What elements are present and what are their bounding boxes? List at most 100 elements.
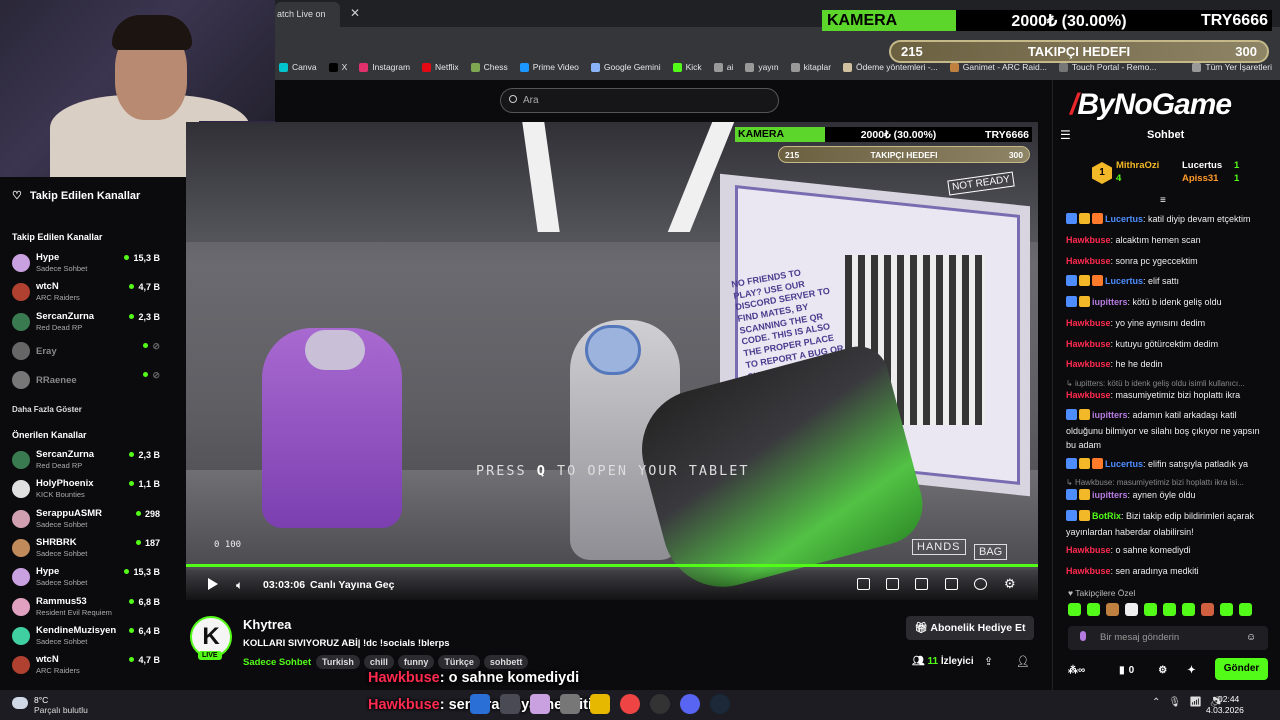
- chat-settings-icon[interactable]: ⚙: [1158, 665, 1167, 676]
- search-icon[interactable]: [500, 694, 520, 714]
- bookmark-item[interactable]: ai: [713, 62, 733, 72]
- settings-icon[interactable]: ⚙: [1004, 576, 1016, 592]
- bookmark-item[interactable]: Tüm Yer İşaretleri: [1192, 62, 1272, 72]
- discord-icon[interactable]: [680, 694, 700, 714]
- app-icon[interactable]: [530, 694, 550, 714]
- sidebar-channel[interactable]: Hype Sadece Sohbet 15,3 B: [12, 565, 162, 591]
- bookmark-item[interactable]: Netflix: [422, 62, 459, 72]
- emote-icon[interactable]: [1068, 603, 1081, 616]
- chat-username[interactable]: Hawkbuse: [1066, 339, 1111, 349]
- theater-icon[interactable]: [915, 578, 928, 590]
- gifter-name[interactable]: Lucertus: [1182, 160, 1222, 171]
- chat-username[interactable]: Hawkbuse: [1066, 390, 1111, 400]
- miniplayer-icon[interactable]: [886, 578, 899, 590]
- stream-tag[interactable]: chill: [363, 655, 394, 669]
- stream-tag[interactable]: Türkçe: [438, 655, 480, 669]
- users-icon[interactable]: ⁂∞: [1068, 665, 1085, 676]
- browser-tab[interactable]: atch Live on: [275, 2, 340, 27]
- show-more-link[interactable]: Daha Fazla Göster: [12, 405, 82, 414]
- fullscreen-icon[interactable]: [945, 578, 958, 590]
- chat-username[interactable]: Hawkbuse: [1066, 359, 1111, 369]
- bookmark-item[interactable]: Instagram: [359, 62, 410, 72]
- explorer-icon[interactable]: [590, 694, 610, 714]
- bookmark-item[interactable]: Canva: [279, 62, 317, 72]
- bookmark-item[interactable]: Chess: [470, 62, 508, 72]
- chat-username[interactable]: BotRix: [1092, 511, 1121, 521]
- bookmark-item[interactable]: Prime Video: [519, 62, 579, 72]
- emoji-icon[interactable]: ☺: [1246, 632, 1256, 643]
- sidebar-channel[interactable]: SHRBRK Sadece Sohbet 187: [12, 536, 162, 562]
- points-icon[interactable]: ▮: [1119, 665, 1125, 676]
- follow-icon[interactable]: 👤︎: [1016, 655, 1030, 668]
- gift-subscription-button[interactable]: 🎁︎ Abonelik Hediye Et: [906, 616, 1034, 640]
- chat-username[interactable]: Hawkbuse: [1066, 566, 1111, 576]
- start-icon[interactable]: [470, 694, 490, 714]
- mic-icon[interactable]: [1080, 631, 1086, 641]
- sidebar-header[interactable]: ♡ Takip Edilen Kanallar: [12, 189, 140, 203]
- clip-icon[interactable]: [857, 578, 870, 590]
- chat-username[interactable]: Hawkbuse: [1066, 256, 1111, 266]
- sidebar-channel[interactable]: SerappuASMR Sadece Sohbet 298: [12, 507, 162, 533]
- send-button[interactable]: Gönder: [1215, 658, 1268, 680]
- sidebar-channel[interactable]: wtcN ARC Raiders 4,7 B: [12, 280, 162, 306]
- chat-username[interactable]: Hawkbuse: [1066, 545, 1111, 555]
- chat-message-input[interactable]: Bir mesaj gönderin: [1068, 626, 1268, 650]
- emote-icon[interactable]: [1106, 603, 1119, 616]
- bookmark-item[interactable]: X: [328, 62, 347, 72]
- bookmark-item[interactable]: yayın: [745, 62, 779, 72]
- go-live-button[interactable]: Canlı Yayına Geç: [310, 579, 394, 591]
- weather-icon[interactable]: [12, 697, 28, 709]
- sidebar-channel[interactable]: Hype Sadece Sohbet 15,3 B: [12, 251, 162, 277]
- chat-username[interactable]: Lucertus: [1105, 276, 1143, 286]
- bookmark-item[interactable]: Kick: [672, 62, 702, 72]
- bookmark-item[interactable]: kitaplar: [790, 62, 831, 72]
- player-progress-bar[interactable]: [186, 564, 1038, 567]
- bookmark-item[interactable]: Google Gemini: [590, 62, 661, 72]
- emote-icon[interactable]: [1087, 603, 1100, 616]
- emote-icon[interactable]: [1239, 603, 1252, 616]
- emote-icon[interactable]: [1144, 603, 1157, 616]
- obs-icon[interactable]: [650, 694, 670, 714]
- emote-icon[interactable]: [1125, 603, 1138, 616]
- sidebar-channel[interactable]: Eray ⊘: [12, 339, 162, 365]
- stream-tag[interactable]: funny: [397, 655, 435, 669]
- chat-username[interactable]: Hawkbuse: [1066, 318, 1111, 328]
- chat-username[interactable]: iupitters: [1092, 410, 1128, 420]
- sidebar-channel[interactable]: RRaenee ⊘: [12, 368, 162, 394]
- chat-collapse-icon[interactable]: ☰: [1060, 128, 1071, 142]
- sidebar-channel[interactable]: SercanZurna Red Dead RP 2,3 B: [12, 310, 162, 336]
- chat-username[interactable]: Lucertus: [1105, 459, 1143, 469]
- emote-icon[interactable]: [1182, 603, 1195, 616]
- stream-category[interactable]: Sadece Sohbet: [243, 657, 311, 668]
- bookmark-item[interactable]: Touch Portal - Remo...: [1058, 62, 1156, 72]
- emote-icon[interactable]: [1201, 603, 1214, 616]
- play-icon[interactable]: [208, 578, 218, 590]
- bookmark-item[interactable]: Ganimet - ARC Raid...: [949, 62, 1047, 72]
- stream-tag[interactable]: sohbett: [483, 655, 529, 669]
- chat-username[interactable]: iupitters: [1092, 297, 1128, 307]
- emote-icon[interactable]: [1163, 603, 1176, 616]
- bookmark-item[interactable]: Ödeme yöntemleri -...: [843, 62, 938, 72]
- gifter-name[interactable]: MithraOzi: [1116, 160, 1159, 171]
- taskview-icon[interactable]: [560, 694, 580, 714]
- share-icon[interactable]: ⇪: [984, 655, 993, 668]
- steam-icon[interactable]: [710, 694, 730, 714]
- sidebar-channel[interactable]: wtcN ARC Raiders 4,7 B: [12, 653, 162, 679]
- volume-icon[interactable]: 🔈︎: [236, 578, 243, 593]
- gifter-name[interactable]: Apiss31: [1182, 173, 1218, 184]
- chat-username[interactable]: Hawkbuse: [1066, 235, 1111, 245]
- chat-pin-icon[interactable]: ≡: [1160, 195, 1166, 206]
- badge-icon[interactable]: ✦: [1187, 665, 1195, 676]
- chat-username[interactable]: iupitters: [1092, 490, 1128, 500]
- emote-icon[interactable]: [1220, 603, 1233, 616]
- sidebar-channel[interactable]: Rammus53 Resident Evil Requiem 6,8 B: [12, 595, 162, 621]
- sidebar-channel[interactable]: KendineMuzisyen Sadece Sohbet 6,4 B: [12, 624, 162, 650]
- sidebar-channel[interactable]: HolyPhoenix KICK Bounties 1,1 B: [12, 477, 162, 503]
- streamer-name[interactable]: Khytrea: [243, 617, 291, 632]
- chrome-icon[interactable]: [620, 694, 640, 714]
- close-icon[interactable]: ✕: [350, 6, 360, 20]
- sidebar-channel[interactable]: SercanZurna Red Dead RP 2,3 B: [12, 448, 162, 474]
- stream-tag[interactable]: Turkish: [316, 655, 360, 669]
- chat-username[interactable]: Lucertus: [1105, 214, 1143, 224]
- speed-icon[interactable]: [974, 578, 987, 590]
